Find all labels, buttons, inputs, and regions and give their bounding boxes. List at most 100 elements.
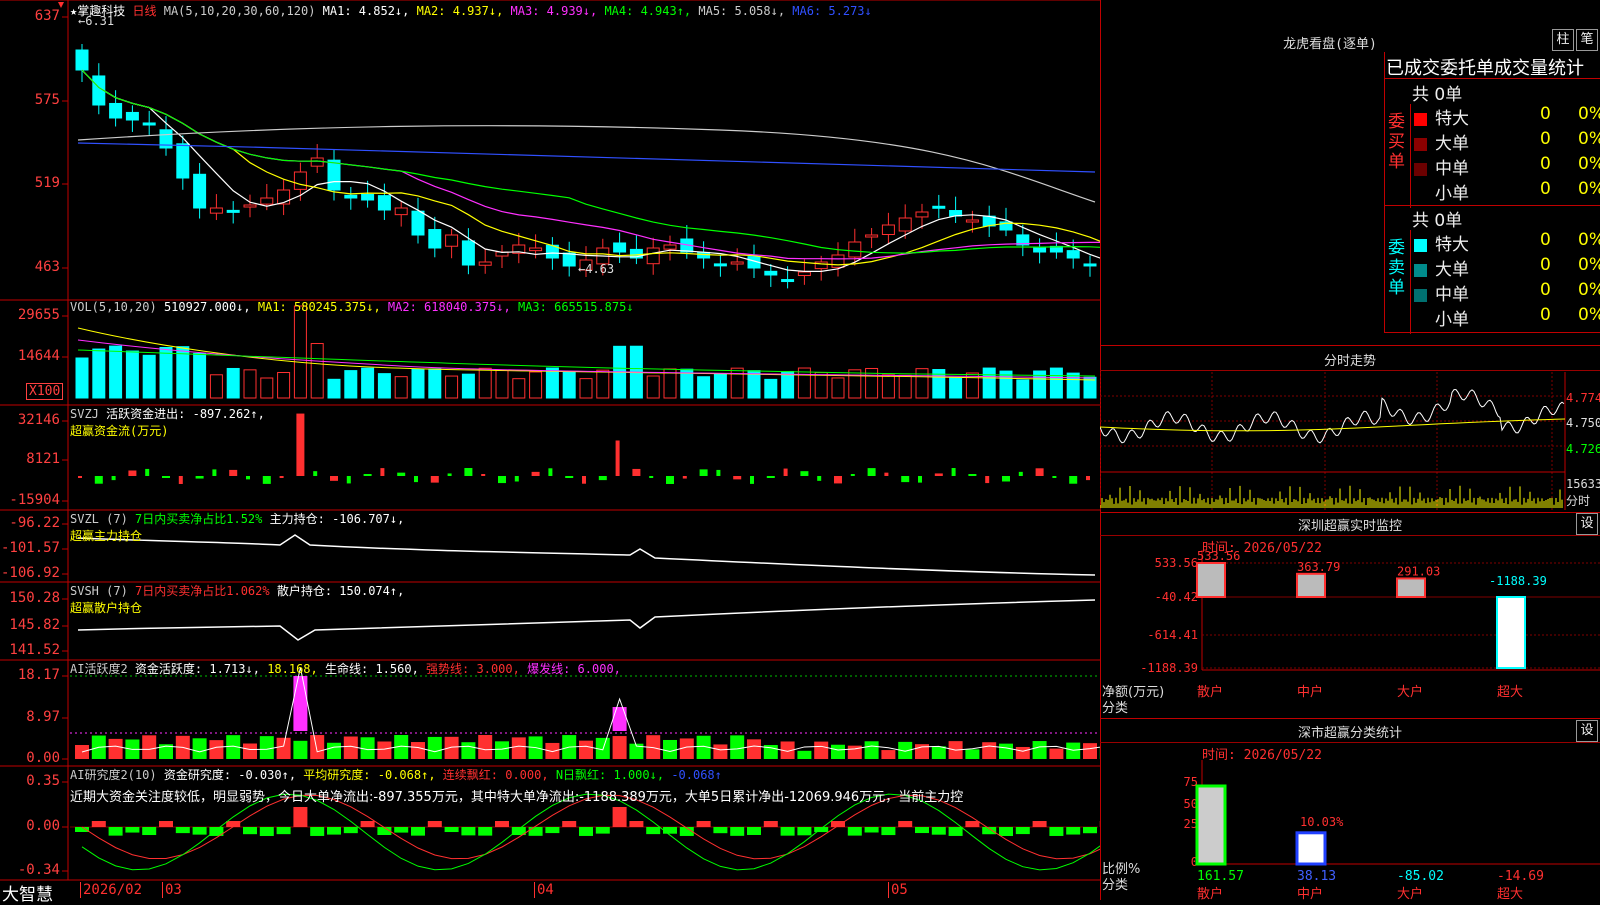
sz-monitor-cat-1: 中户: [1297, 684, 1323, 700]
svzl-ratio: 7日内买卖净占比1.52%: [135, 512, 262, 526]
research-bar: [1083, 827, 1097, 833]
candle-body: [378, 196, 390, 210]
sz-classify-settings-button[interactable]: 设: [1576, 720, 1598, 742]
volume-bar: [1067, 373, 1079, 398]
volume-bar: [294, 306, 306, 398]
fund-flow-bar: [868, 468, 876, 476]
kline-chart-area[interactable]: [0, 0, 1100, 900]
fund-flow-bar: [985, 476, 989, 483]
research-bar: [629, 821, 643, 827]
fund-flow-bar: [212, 469, 216, 476]
fund-flow-bar: [1019, 472, 1023, 476]
fund-flow-bar: [834, 476, 842, 483]
stroke-mode-button[interactable]: 笔: [1576, 29, 1598, 51]
volume-bar: [698, 377, 710, 398]
fund-flow-bar: [1036, 468, 1044, 476]
ai-research-ytick-0: 0.35: [0, 773, 60, 789]
dragon-tiger-title: 龙虎看盘(逐单): [1230, 33, 1430, 52]
activity-bar: [999, 744, 1013, 759]
ai-research-header: AI研究度2(10) 资金研究度: -0.030↑, 平均研究度: -0.068…: [70, 766, 722, 783]
svzj-ytick-1: 8121: [0, 451, 60, 467]
sell-row-3: 小单00%: [1414, 305, 1600, 330]
activity-bar: [814, 742, 828, 759]
fund-flow-bar: [952, 468, 956, 476]
activity-bar: [327, 743, 341, 759]
volume-bar: [832, 378, 844, 398]
buy-row-1: 大单00%: [1414, 129, 1600, 154]
research-bar: [764, 821, 778, 827]
sz-monitor-bar-2: [1397, 578, 1425, 597]
order-pct: 0%: [1578, 104, 1600, 124]
fund-flow-bar: [800, 471, 808, 476]
price-ytick-3: 463: [0, 259, 60, 275]
ma-header: MA(5,10,20,30,60,120): [164, 4, 316, 18]
buy-side-label: 委买单: [1388, 112, 1406, 172]
sz-monitor-cat-3: 超大: [1497, 685, 1523, 700]
fund-flow-bar: [616, 440, 620, 476]
ai-active-header: AI活跃度2 资金活跃度: 1.713↓, 18.168, 生命线: 1.560…: [70, 660, 621, 677]
sz-classify-value-0: 161.57: [1197, 869, 1244, 884]
vol-ma-value-1: MA1: 580245.375↓,: [258, 300, 381, 314]
activity-bar: [377, 742, 391, 759]
volume-bar: [395, 377, 407, 398]
volume-bar: [378, 374, 390, 398]
sz-classify-chart[interactable]: 755025010.03%161.57散户38.13中户-85.02大户-14.…: [1100, 760, 1600, 900]
candle-body: [429, 230, 441, 248]
intraday-ytick-mid: 4.750: [1566, 416, 1600, 430]
volume-bar: [496, 370, 508, 398]
fund-flow-bar: [296, 414, 304, 476]
column-mode-button[interactable]: 柱: [1552, 29, 1574, 51]
candle-body: [311, 158, 323, 166]
research-bar: [613, 807, 627, 827]
research-bar: [394, 827, 408, 833]
sz-classify-cat-0: 散户: [1197, 886, 1223, 900]
intraday-chart[interactable]: [1100, 372, 1600, 510]
candle-body: [345, 195, 357, 198]
svzj-title: SVZJ: [70, 407, 99, 421]
candle-body: [731, 262, 743, 264]
activity-bar: [310, 735, 324, 759]
activity-bar: [109, 739, 123, 759]
volume-bar: [110, 346, 122, 398]
fund-flow-bar: [1052, 476, 1056, 478]
sz-monitor-settings-button[interactable]: 设: [1576, 513, 1598, 535]
candle-body: [210, 208, 222, 213]
svzl-subtitle: 超赢主力持仓: [70, 529, 142, 543]
research-bar: [293, 807, 307, 827]
order-type: 小单: [1435, 184, 1469, 204]
candle-body: [110, 103, 122, 118]
research-bar: [1033, 821, 1047, 827]
activity-bar: [512, 737, 526, 759]
vol-unit-label[interactable]: X100: [26, 383, 63, 400]
activity-bar: [932, 746, 946, 759]
order-pct: 0%: [1578, 255, 1600, 275]
order-count: 0: [1540, 104, 1551, 124]
volume-bar: [76, 358, 88, 398]
date-tick-0: 2026/02: [80, 882, 142, 898]
order-count: 0: [1540, 179, 1551, 199]
activity-bar: [142, 735, 156, 759]
vol-title: VOL(5,10,20): [70, 300, 157, 314]
svsh-header: SVSH (7) 7日内买卖净占比1.062% 散户持仓: 150.074↑, …: [70, 582, 404, 616]
ai-active-ytick-0: 18.17: [0, 667, 60, 683]
activity-bar: [277, 738, 291, 759]
volume-bar: [731, 368, 743, 398]
app-logo: 大智慧: [2, 880, 53, 905]
period-label[interactable]: 日线: [132, 4, 156, 18]
volume-bar: [429, 369, 441, 398]
fund-flow-bar: [330, 476, 338, 481]
sz-monitor-value-2: 291.03: [1397, 564, 1440, 578]
sz-monitor-chart[interactable]: 533.56-40.42-614.41-1188.39533.56散户363.7…: [1100, 550, 1600, 715]
color-swatch: [1414, 138, 1427, 151]
fund-flow-bar: [716, 470, 720, 476]
research-bar: [478, 827, 492, 836]
order-type: 特大: [1435, 235, 1469, 255]
research-bar: [932, 827, 946, 835]
date-tick-2: 04: [534, 882, 554, 898]
candle-body: [882, 225, 894, 235]
activity-bar: [1049, 749, 1063, 759]
fund-flow-bar: [196, 476, 204, 479]
fund-flow-bar: [901, 476, 909, 482]
fund-flow-bar: [1002, 476, 1010, 481]
candle-body: [933, 206, 945, 208]
